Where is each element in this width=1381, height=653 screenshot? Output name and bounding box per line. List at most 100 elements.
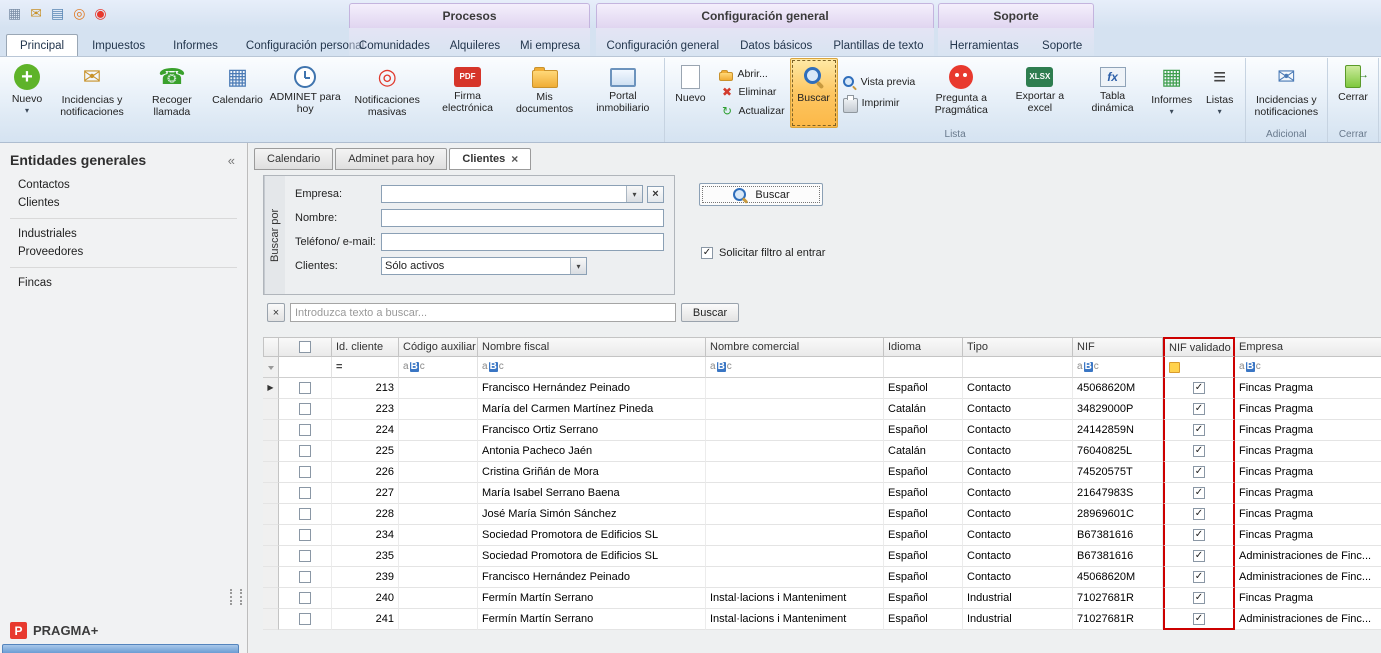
nombre-input[interactable]: [381, 209, 664, 227]
cerrar-button[interactable]: Cerrar: [1329, 58, 1377, 128]
adminet-para-hoy-button[interactable]: ADMINET para hoy: [264, 58, 346, 128]
row-select-cell[interactable]: [279, 504, 332, 525]
filter-cell-comercial[interactable]: aBc: [706, 357, 884, 378]
listas-button[interactable]: ≡Listas▾: [1196, 58, 1244, 128]
nuevo-button[interactable]: +Nuevo▾: [3, 58, 51, 128]
informes-button[interactable]: ▦Informes▾: [1148, 58, 1196, 128]
firma-electronica-button[interactable]: PDFFirma electrónica: [428, 58, 507, 128]
telefono-e-mail-input[interactable]: [381, 233, 664, 251]
row-select-cell[interactable]: [279, 546, 332, 567]
table-row[interactable]: 235Sociedad Promotora de Edificios SLEsp…: [263, 546, 1381, 567]
column-header-validado[interactable]: NIF validado: [1163, 337, 1235, 357]
recoger-llamada-button[interactable]: ☎Recoger llamada: [133, 58, 211, 128]
table-row[interactable]: ▶213Francisco Hernández PeinadoEspañolCo…: [263, 378, 1381, 399]
filter-cell-sel[interactable]: [263, 357, 279, 378]
ribbon-tab-informes[interactable]: Informes: [159, 34, 232, 56]
row-checkbox[interactable]: [299, 550, 311, 562]
ribbon-tab-datos-basicos[interactable]: Datos básicos: [733, 34, 819, 56]
row-checkbox[interactable]: [299, 529, 311, 541]
incidencias-y-notificaciones-button[interactable]: ✉Incidencias y notificaciones: [51, 58, 133, 128]
ribbon-tab-configuracion-general[interactable]: Configuración general: [600, 34, 727, 56]
filter-cell-nif[interactable]: aBc: [1073, 357, 1163, 378]
empresa-combo[interactable]: ▾: [381, 185, 643, 203]
sidebar-item-industriales[interactable]: Industriales: [0, 225, 247, 243]
ribbon-tab-comunidades[interactable]: Comunidades: [352, 34, 437, 56]
buscar-button[interactable]: Buscar: [790, 58, 838, 128]
row-select-cell[interactable]: [279, 483, 332, 504]
sidebar-item-fincas[interactable]: Fincas: [0, 274, 247, 292]
clear-field-button[interactable]: ×: [647, 186, 664, 203]
row-select-cell[interactable]: [279, 378, 332, 399]
nuevo-button[interactable]: Nuevo: [666, 58, 714, 128]
search-button[interactable]: Buscar: [681, 303, 739, 322]
filter-on-enter-checkbox[interactable]: Solicitar filtro al entrar: [701, 247, 825, 259]
select-all-checkbox[interactable]: [299, 341, 311, 353]
tabla-dinamica-button[interactable]: fxTabla dinámica: [1077, 58, 1147, 128]
filter-cell-tipo[interactable]: [963, 357, 1073, 378]
eliminar-button[interactable]: ✖Eliminar: [719, 85, 776, 100]
calendario-button[interactable]: ▦Calendario: [211, 58, 264, 128]
table-row[interactable]: 224Francisco Ortiz SerranoEspañolContact…: [263, 420, 1381, 441]
filter-cell-fiscal[interactable]: aBc: [478, 357, 706, 378]
filter-cell-check[interactable]: [279, 357, 332, 378]
filter-cell-idioma[interactable]: [884, 357, 963, 378]
table-row[interactable]: 226Cristina Griñán de MoraEspañolContact…: [263, 462, 1381, 483]
table-row[interactable]: 234Sociedad Promotora de Edificios SLEsp…: [263, 525, 1381, 546]
row-select-cell[interactable]: [279, 399, 332, 420]
column-header-id[interactable]: Id. cliente: [332, 337, 399, 357]
ribbon-tab-mi-empresa[interactable]: Mi empresa: [513, 34, 587, 56]
table-row[interactable]: 241Fermín Martín SerranoInstal·lacions i…: [263, 609, 1381, 630]
row-checkbox[interactable]: [299, 445, 311, 457]
imprimir-button[interactable]: Imprimir: [843, 94, 900, 113]
sidebar-resize-grip[interactable]: [230, 589, 242, 605]
dropdown-arrow-icon[interactable]: ▾: [626, 186, 642, 202]
notes-icon[interactable]: ▤: [51, 5, 64, 22]
row-checkbox[interactable]: [299, 466, 311, 478]
ribbon-tab-herramientas[interactable]: Herramientas: [943, 34, 1026, 56]
rss-icon[interactable]: ◎: [73, 5, 85, 22]
table-row[interactable]: 223María del Carmen Martínez PinedaCatal…: [263, 399, 1381, 420]
filter-cell-validado[interactable]: [1163, 357, 1235, 378]
notificaciones-masivas-button[interactable]: ◎Notificaciones masivas: [346, 58, 428, 128]
column-header-empresa[interactable]: Empresa: [1235, 337, 1381, 357]
sidebar-item-contactos[interactable]: Contactos: [0, 176, 247, 194]
column-header-fiscal[interactable]: Nombre fiscal: [478, 337, 706, 357]
mis-documentos-button[interactable]: Mis documentos: [507, 58, 582, 128]
ribbon-tab-alquileres[interactable]: Alquileres: [443, 34, 508, 56]
column-header-sel[interactable]: [263, 337, 279, 357]
filter-search-button[interactable]: Buscar: [699, 183, 823, 206]
pregunta-a-pragmatica-button[interactable]: Pregunta a Pragmática: [920, 58, 1002, 128]
exportar-a-excel-button[interactable]: XLSXExportar a excel: [1002, 58, 1077, 128]
collapsed-panel-bar[interactable]: [2, 644, 239, 653]
table-row[interactable]: 240Fermín Martín SerranoInstal·lacions i…: [263, 588, 1381, 609]
table-row[interactable]: 228José María Simón SánchezEspañolContac…: [263, 504, 1381, 525]
table-row[interactable]: 225Antonia Pacheco JaénCatalánContacto76…: [263, 441, 1381, 462]
abrir-button[interactable]: Abrir...: [719, 68, 767, 81]
clientes-combo[interactable]: Sólo activos▾: [381, 257, 587, 275]
actualizar-button[interactable]: ↻Actualizar: [719, 104, 784, 119]
row-checkbox[interactable]: [299, 403, 311, 415]
sidebar-item-clientes[interactable]: Clientes: [0, 194, 247, 212]
column-header-nif[interactable]: NIF: [1073, 337, 1163, 357]
ribbon-tab-principal[interactable]: Principal: [6, 34, 78, 56]
ribbon-tab-impuestos[interactable]: Impuestos: [78, 34, 159, 56]
portal-inmobiliario-button[interactable]: Portal inmobiliario: [582, 58, 663, 128]
sidebar-item-proveedores[interactable]: Proveedores: [0, 243, 247, 261]
collapse-sidebar-button[interactable]: «: [228, 153, 235, 168]
row-select-cell[interactable]: [279, 525, 332, 546]
column-header-check[interactable]: [279, 337, 332, 357]
column-header-idioma[interactable]: Idioma: [884, 337, 963, 357]
pragma-icon[interactable]: ◉: [94, 5, 106, 22]
app-window-icon[interactable]: ▦: [8, 5, 21, 22]
row-checkbox[interactable]: [299, 508, 311, 520]
column-header-aux[interactable]: Código auxiliar: [399, 337, 478, 357]
row-select-cell[interactable]: [279, 588, 332, 609]
doc-tab-calendario[interactable]: Calendario: [254, 148, 333, 170]
row-checkbox[interactable]: [299, 613, 311, 625]
filter-cell-aux[interactable]: aBc: [399, 357, 478, 378]
incidencias-y-notificaciones-button[interactable]: ✉Incidencias y notificaciones: [1247, 58, 1326, 128]
column-header-comercial[interactable]: Nombre comercial: [706, 337, 884, 357]
filter-cell-empresa[interactable]: aBc: [1235, 357, 1381, 378]
ribbon-tab-plantillas-de-texto[interactable]: Plantillas de texto: [826, 34, 930, 56]
row-select-cell[interactable]: [279, 441, 332, 462]
